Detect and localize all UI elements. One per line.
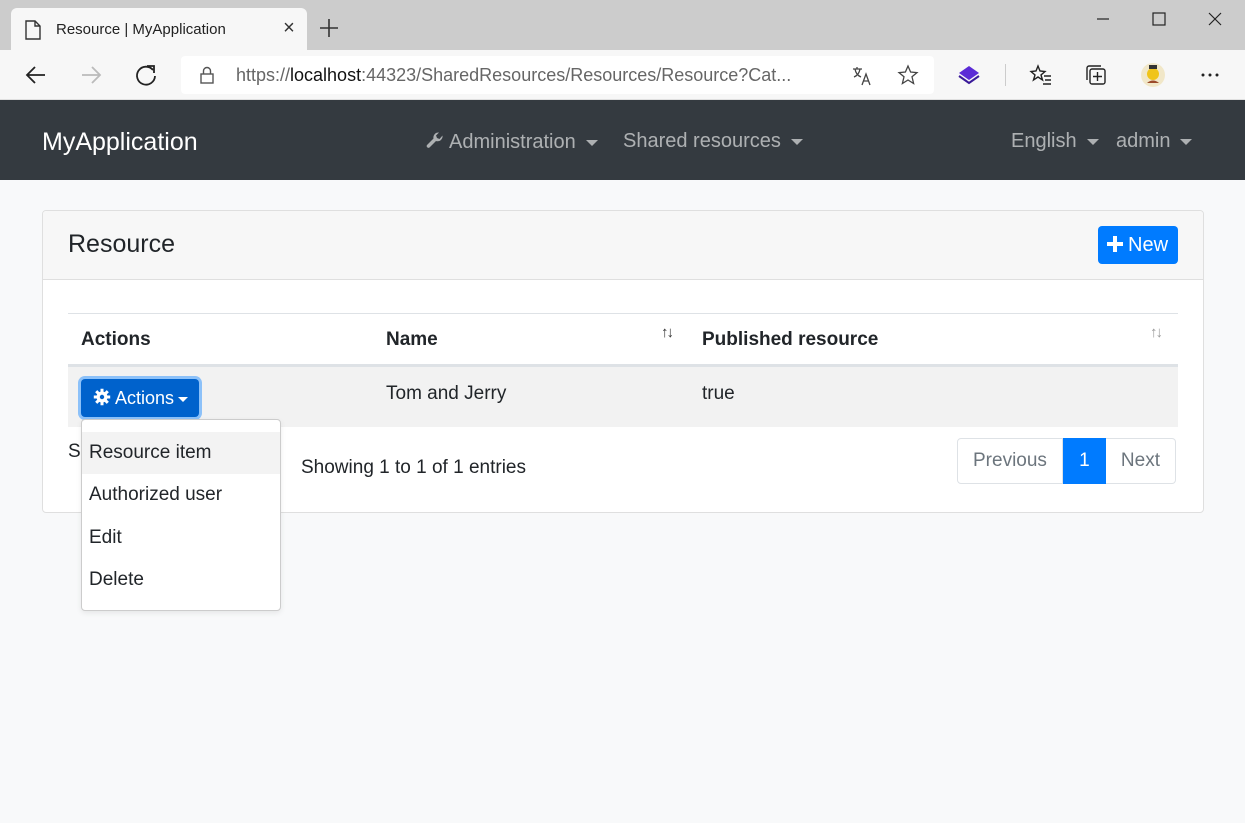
chevron-down-icon [1180,138,1193,145]
nav-language[interactable]: English [1011,130,1099,153]
gear-icon [93,389,111,406]
chevron-down-icon [790,138,803,145]
nav-shared-resources-label: Shared resources [623,130,781,152]
favorites-icon[interactable] [1029,63,1053,87]
menu-item-resource-item[interactable]: Resource item [82,432,280,474]
cell-published: true [702,383,735,404]
url-path: :44323/SharedResources/Resources/Resourc… [361,65,792,85]
menu-item-delete[interactable]: Delete [82,559,280,601]
pagination-next[interactable]: Next [1105,438,1176,484]
app-navbar: MyApplication Administration Shared reso… [0,100,1245,180]
column-header-published[interactable]: Published resource [702,329,878,351]
maximize-icon[interactable] [1141,6,1177,32]
pagination: Previous 1 Next [957,438,1176,484]
menu-item-edit[interactable]: Edit [82,517,280,559]
url-text[interactable]: https://localhost:44323/SharedResources/… [236,65,846,86]
table-info: Showing 1 to 1 of 1 entries [301,457,526,478]
actions-dropdown-button[interactable]: Actions [81,379,199,417]
card-header: Resource New [43,211,1203,280]
collections-icon[interactable] [1084,63,1108,87]
sort-icon[interactable]: ↑↓ [1150,324,1163,341]
plus-icon [1107,235,1123,252]
actions-dropdown-menu: Resource item Authorized user Edit Delet… [81,419,281,611]
tab-title: Resource | MyApplication [56,21,226,38]
lock-icon[interactable] [199,66,215,84]
new-button-label: New [1128,234,1169,256]
nav-shared-resources[interactable]: Shared resources [623,130,803,153]
sort-icon[interactable]: ↑↓ [661,324,674,341]
refresh-icon[interactable] [133,62,159,88]
page-title: Resource [68,230,175,258]
tab-close-icon[interactable]: × [279,18,299,38]
brand[interactable]: MyApplication [42,128,198,157]
new-button[interactable]: New [1098,226,1178,264]
extension-icon[interactable] [957,63,981,87]
nav-administration-label: Administration [449,131,576,153]
chevron-down-icon [178,396,189,402]
favorite-star-icon[interactable] [897,64,919,86]
nav-administration[interactable]: Administration [425,130,598,154]
actions-button-label: Actions [115,388,175,408]
chevron-down-icon [1086,138,1099,145]
pagination-page-1[interactable]: 1 [1062,438,1106,484]
browser-tabstrip: Resource | MyApplication × [0,0,1245,50]
nav-user-label: admin [1116,130,1171,152]
new-tab-icon[interactable] [318,17,340,39]
forward-icon[interactable] [78,62,104,88]
browser-toolbar: https://localhost:44323/SharedResources/… [0,50,1245,100]
table-top-border [68,313,1178,314]
page-icon [25,20,41,40]
address-bar[interactable]: https://localhost:44323/SharedResources/… [181,56,934,94]
back-icon[interactable] [23,62,49,88]
close-window-icon[interactable] [1197,6,1233,32]
toolbar-divider [1005,64,1006,86]
column-header-actions: Actions [81,329,151,350]
nav-user[interactable]: admin [1116,130,1193,153]
pagination-previous[interactable]: Previous [957,438,1063,484]
chevron-down-icon [585,139,598,146]
url-host: localhost [290,65,362,85]
cell-name: Tom and Jerry [386,383,507,404]
profile-avatar-icon[interactable] [1140,62,1166,88]
column-header-name[interactable]: Name [386,329,438,351]
more-options-icon[interactable] [1198,63,1222,87]
table-row [68,367,1178,427]
wrench-icon [426,132,443,148]
nav-language-label: English [1011,130,1077,152]
minimize-icon[interactable] [1085,6,1121,32]
menu-item-authorized-user[interactable]: Authorized user [82,474,280,516]
browser-tab[interactable]: Resource | MyApplication × [11,8,307,50]
url-scheme: https:// [236,65,291,85]
translate-icon[interactable] [851,65,873,87]
